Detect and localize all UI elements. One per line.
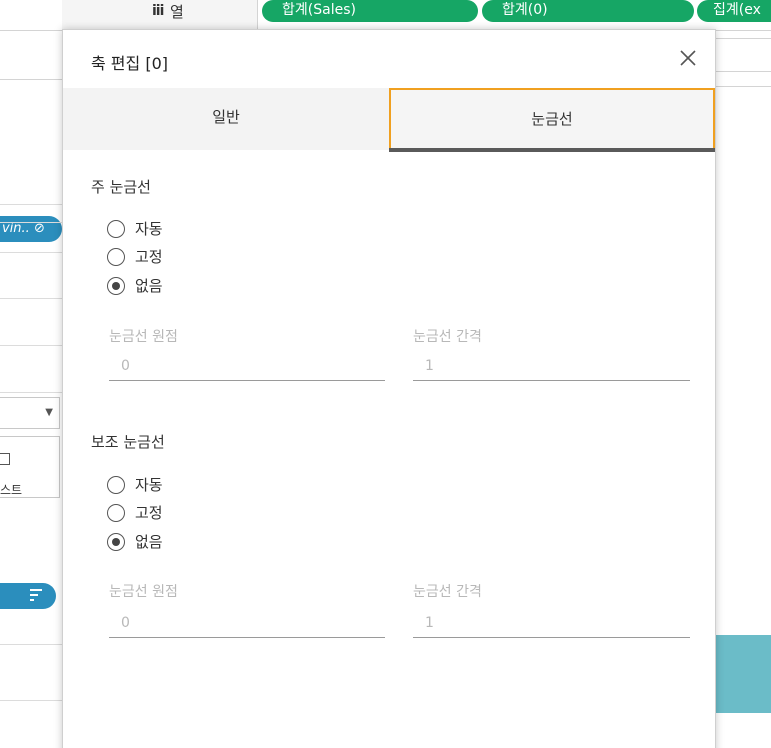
divider: [0, 298, 62, 299]
minor-origin-input[interactable]: [109, 608, 385, 638]
shelf-label-area: iii 열: [62, 0, 258, 30]
radio-label: 자동: [135, 220, 163, 238]
dialog-title: 축 편집 [0]: [91, 54, 168, 73]
radio-label: 자동: [135, 476, 163, 494]
active-tab-indicator: [389, 148, 715, 152]
columns-icon: iii: [152, 3, 164, 19]
left-field-pill[interactable]: vin.. ⊘: [0, 216, 62, 242]
minor-gridlines-title: 보조 눈금선: [91, 433, 165, 451]
divider: [0, 345, 62, 346]
radio-label: 고정: [135, 504, 163, 522]
left-marks-box[interactable]: 스트: [0, 436, 60, 498]
radio-button[interactable]: [107, 504, 125, 522]
divider: [0, 700, 62, 701]
divider: [0, 644, 62, 645]
radio-label: 없음: [135, 277, 163, 295]
radio-label: 고정: [135, 248, 163, 266]
tab-gridlines[interactable]: 눈금선: [389, 88, 715, 152]
radio-label: 없음: [135, 533, 163, 551]
major-interval-input[interactable]: [413, 351, 690, 381]
left-sort-pill[interactable]: [0, 583, 56, 609]
close-button[interactable]: [677, 47, 699, 69]
radio-button[interactable]: [107, 220, 125, 238]
close-icon: [680, 50, 696, 66]
major-gridlines-title: 주 눈금선: [91, 178, 151, 196]
major-interval-label: 눈금선 간격: [413, 329, 482, 345]
tab-gridlines-label: 눈금선: [531, 110, 573, 128]
divider: [716, 86, 771, 87]
columns-shelf: iii 열 합계(Sales) 합계(0) 집계(ex: [0, 0, 771, 30]
pill-agg-ex[interactable]: 집계(ex: [697, 0, 771, 22]
radio-button-selected[interactable]: [107, 277, 125, 295]
minor-origin-label: 눈금선 원점: [109, 584, 178, 600]
radio-button[interactable]: [107, 248, 125, 266]
text-icon: [0, 453, 10, 465]
chart-bar-fragment: [716, 635, 771, 713]
divider: [0, 204, 62, 205]
left-box-label: 스트: [0, 483, 23, 497]
radio-button[interactable]: [107, 476, 125, 494]
shelf-label: 열: [170, 3, 184, 21]
divider: [0, 252, 62, 253]
dialog-tabs: 일반 눈금선: [63, 88, 715, 152]
major-origin-input[interactable]: [109, 351, 385, 381]
sort-icon: [30, 589, 42, 603]
rows-shelf-right: [716, 38, 771, 72]
divider: [0, 222, 62, 223]
left-dropdown[interactable]: ▼: [0, 397, 60, 429]
pill-sum-zero[interactable]: 합계(0): [482, 0, 694, 22]
edit-axis-dialog: 축 편집 [0] 일반 눈금선 주 눈금선 자동 고정 없음 눈금선 원점 눈금…: [62, 29, 716, 748]
major-origin-label: 눈금선 원점: [109, 329, 178, 345]
pill-sum-sales[interactable]: 합계(Sales): [262, 0, 478, 22]
tab-general[interactable]: 일반: [63, 88, 389, 150]
minor-interval-input[interactable]: [413, 608, 690, 638]
radio-button-selected[interactable]: [107, 533, 125, 551]
chevron-down-icon: ▼: [45, 407, 53, 418]
minor-interval-label: 눈금선 간격: [413, 584, 482, 600]
divider: [0, 392, 62, 393]
